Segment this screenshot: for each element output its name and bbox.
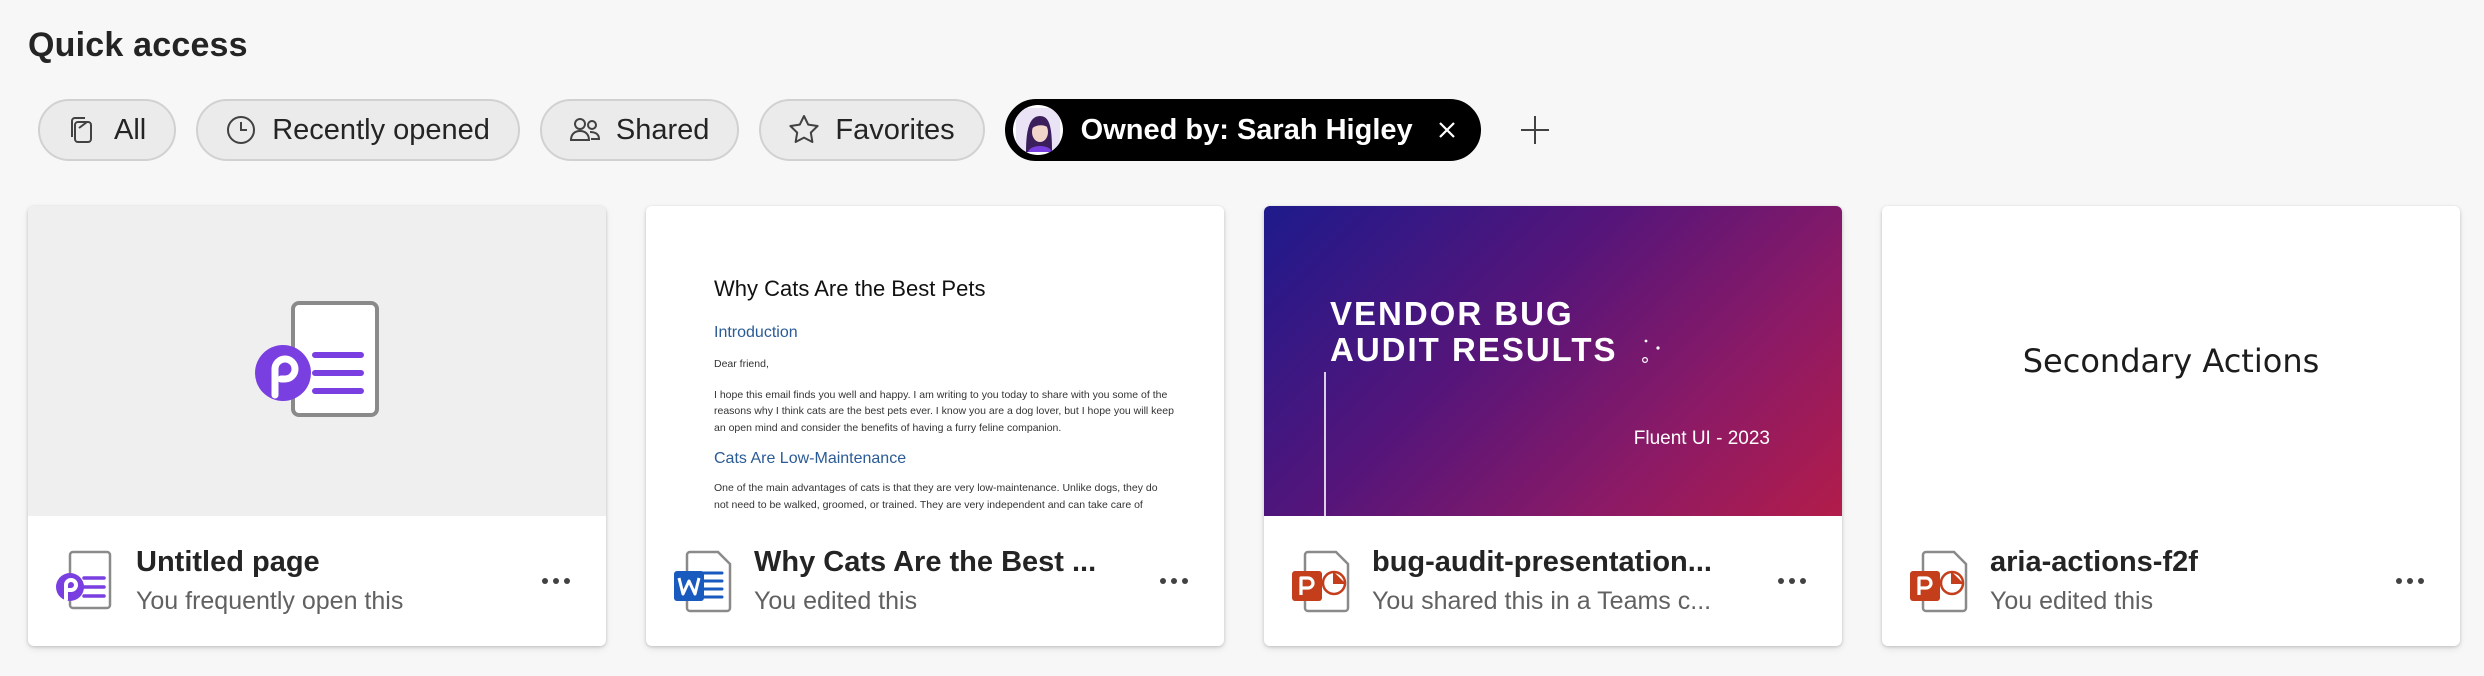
preview-title: Why Cats Are the Best Pets <box>714 276 986 301</box>
card-footer: bug-audit-presentation... You shared thi… <box>1264 516 1842 646</box>
people-icon <box>569 118 600 141</box>
filter-favorites-label: Favorites <box>835 113 955 146</box>
filter-shared-label: Shared <box>615 113 710 146</box>
file-text: bug-audit-presentation... You shared thi… <box>1372 546 1752 616</box>
powerpoint-icon <box>1292 550 1350 613</box>
filter-shared-button[interactable]: Shared <box>539 99 740 161</box>
slide-title-line: VENDOR BUG <box>1330 295 1574 332</box>
section-title: Quick access <box>28 26 248 64</box>
preview-paragraph: One of the main advantages of cats is th… <box>714 482 1158 516</box>
loop-page-icon <box>255 301 379 417</box>
file-text: Why Cats Are the Best ... You edited thi… <box>754 546 1134 616</box>
slide-title: VENDOR BUG AUDIT RESULTS <box>1330 296 1618 368</box>
file-card-why-cats[interactable]: Why Cats Are the Best Pets Introduction … <box>646 206 1224 646</box>
file-name: aria-actions-f2f <box>1990 546 2198 578</box>
plus-icon <box>1520 116 1549 144</box>
file-activity: You shared this in a Teams c... <box>1372 587 1712 615</box>
card-thumbnail: VENDOR BUG AUDIT RESULTS Fluent UI - 202… <box>1264 206 1842 516</box>
powerpoint-icon <box>1910 550 1968 613</box>
add-filter-button[interactable] <box>1513 108 1557 152</box>
ellipsis-icon <box>1778 578 1806 584</box>
more-options-button[interactable] <box>1770 559 1814 603</box>
copy-icon <box>71 117 92 143</box>
slide-title-line: AUDIT RESULTS <box>1330 331 1618 368</box>
ellipsis-icon <box>542 578 570 584</box>
card-thumbnail: Secondary Actions <box>1882 206 2460 516</box>
filter-recent-label: Recently opened <box>272 113 490 146</box>
document-preview: Why Cats Are the Best Pets Introduction … <box>714 276 1174 516</box>
more-options-button[interactable] <box>2388 559 2432 603</box>
avatar <box>1012 105 1063 155</box>
card-thumbnail <box>28 206 606 516</box>
preview-paragraph: I hope this email finds you well and hap… <box>714 388 1174 434</box>
file-text: aria-actions-f2f You edited this <box>1990 546 2370 616</box>
filter-all-label: All <box>114 113 147 146</box>
file-name: Untitled page <box>136 546 320 578</box>
more-options-button[interactable] <box>1152 559 1196 603</box>
ellipsis-icon <box>2396 578 2424 584</box>
file-activity: You edited this <box>754 587 918 615</box>
file-activity: You edited this <box>1990 587 2154 615</box>
file-cards: Untitled page You frequently open this W… <box>28 206 2460 646</box>
preview-heading: Introduction <box>714 324 798 341</box>
loop-icon <box>56 550 112 610</box>
filter-favorites-button[interactable]: Favorites <box>759 99 985 161</box>
card-footer: aria-actions-f2f You edited this <box>1882 516 2460 646</box>
file-text: Untitled page You frequently open this <box>136 546 516 616</box>
ellipsis-icon <box>1160 578 1188 584</box>
preview-greeting: Dear friend, <box>714 358 769 370</box>
avatar-icon <box>1015 108 1060 152</box>
filter-recent-button[interactable]: Recently opened <box>196 99 520 161</box>
filter-owner-chip[interactable]: Owned by: Sarah Higley <box>1004 99 1481 161</box>
card-thumbnail: Why Cats Are the Best Pets Introduction … <box>646 206 1224 516</box>
slide-subtitle: Fluent UI - 2023 <box>1633 428 1770 449</box>
word-icon <box>674 550 732 613</box>
filter-bar: All Recently opened Shared Favorites Own… <box>38 98 1557 162</box>
file-card-aria-actions[interactable]: Secondary Actions aria-actions-f2f You e… <box>1882 206 2460 646</box>
file-card-bug-audit[interactable]: VENDOR BUG AUDIT RESULTS Fluent UI - 202… <box>1264 206 1842 646</box>
sparkle-icon <box>1641 339 1660 364</box>
file-name: bug-audit-presentation... <box>1372 546 1712 578</box>
file-name: Why Cats Are the Best ... <box>754 546 1097 578</box>
more-options-button[interactable] <box>534 559 578 603</box>
file-activity: You frequently open this <box>136 587 404 615</box>
card-footer: Untitled page You frequently open this <box>28 516 606 646</box>
star-icon <box>789 115 820 143</box>
close-icon[interactable] <box>1435 118 1459 142</box>
card-footer: Why Cats Are the Best ... You edited thi… <box>646 516 1224 646</box>
clock-icon <box>227 116 256 144</box>
slide-title: Secondary Actions <box>2022 342 2320 380</box>
slide-divider <box>1324 372 1326 516</box>
preview-heading: Cats Are Low-Maintenance <box>714 450 907 467</box>
quick-access-page: Quick access All Recently opened Shared … <box>0 0 2484 676</box>
filter-all-button[interactable]: All <box>38 99 177 161</box>
file-card-untitled-page[interactable]: Untitled page You frequently open this <box>28 206 606 646</box>
filter-owner-label: Owned by: Sarah Higley <box>1080 113 1413 146</box>
